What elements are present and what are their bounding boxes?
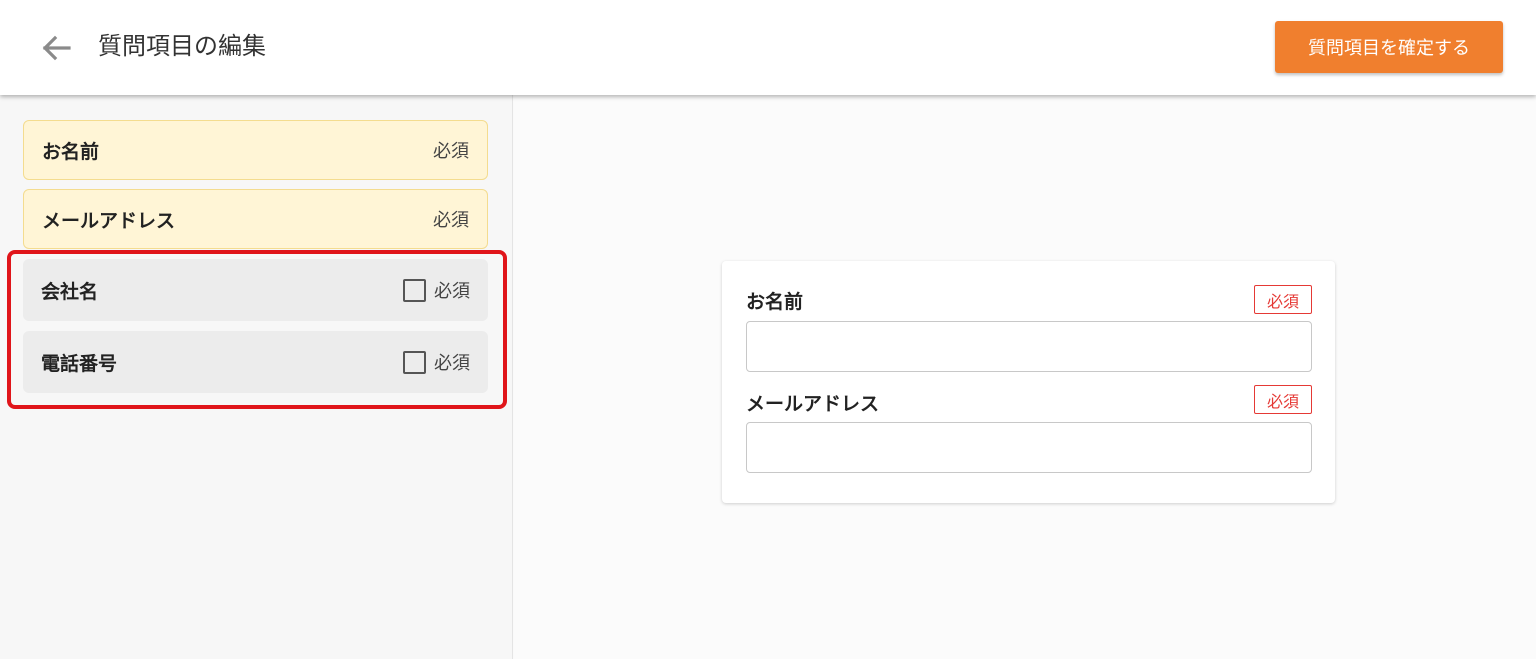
- field-label: お名前: [746, 291, 804, 313]
- required-toggle: 必須: [403, 349, 470, 375]
- required-text: 必須: [433, 210, 469, 231]
- sidebar-item-label: メールアドレス: [42, 209, 176, 232]
- required-checkbox[interactable]: [403, 350, 426, 374]
- required-toggle: 必須: [403, 277, 470, 303]
- required-badge: 必須: [1254, 385, 1312, 414]
- page-title: 質問項目の編集: [98, 32, 266, 60]
- arrow-left-icon: [42, 35, 71, 61]
- back-button[interactable]: [36, 30, 76, 66]
- sidebar-item-label: お名前: [42, 140, 100, 163]
- sidebar-item-company[interactable]: 会社名 必須: [23, 259, 488, 321]
- sidebar-item-phone[interactable]: 電話番号 必須: [23, 331, 488, 393]
- sidebar-item-label: 電話番号: [41, 352, 118, 375]
- form-preview-card: お名前 必須 メールアドレス 必須: [722, 261, 1335, 503]
- required-checkbox[interactable]: [403, 278, 426, 302]
- required-text: 必須: [433, 141, 469, 162]
- confirm-questions-button[interactable]: 質問項目を確定する: [1275, 21, 1503, 73]
- required-text: 必須: [434, 353, 470, 374]
- sidebar-item-name[interactable]: お名前 必須: [23, 120, 488, 180]
- email-input[interactable]: [746, 422, 1312, 473]
- field-label: メールアドレス: [746, 393, 880, 415]
- app-header: 質問項目の編集 質問項目を確定する: [0, 0, 1536, 95]
- required-badge: 必須: [1254, 285, 1312, 314]
- sidebar-item-label: 会社名: [41, 280, 99, 303]
- name-input[interactable]: [746, 321, 1312, 372]
- required-text: 必須: [434, 281, 470, 302]
- sidebar-item-email[interactable]: メールアドレス 必須: [23, 189, 488, 249]
